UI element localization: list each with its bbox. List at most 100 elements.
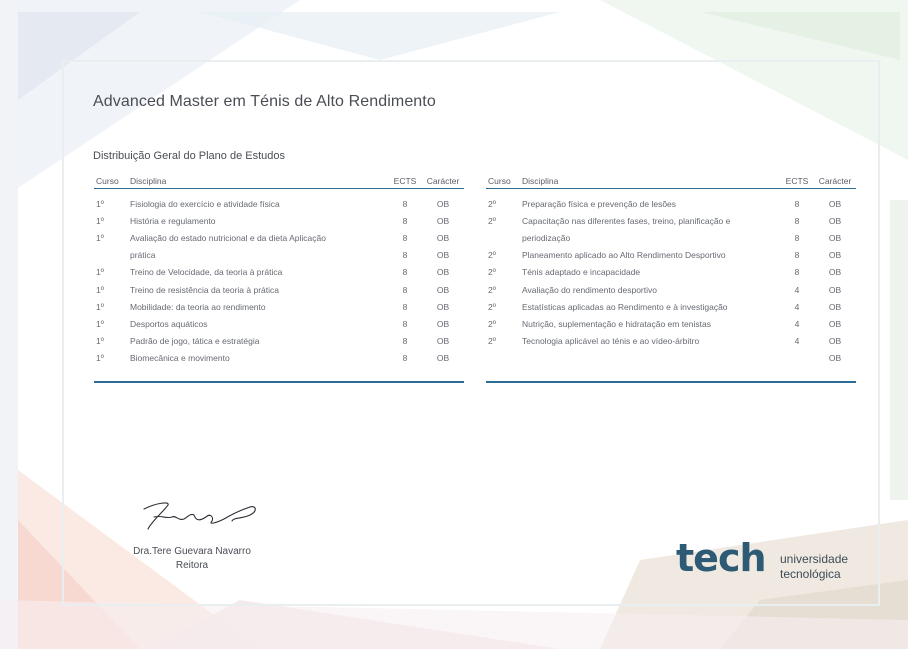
header-disciplina: Disciplina [522,175,559,186]
cell-disciplina: prática [130,250,156,261]
cell-caracter: OB [828,215,842,226]
signature-image [143,502,256,530]
table-header: Curso Disciplina ECTS Carácter [94,173,464,189]
cell-caracter: OB [828,232,842,243]
cell-disciplina: Mobilidade: da teoria ao rendimento [130,301,266,312]
table-row: 1º Mobilidade: da teoria ao rendimento 8 OB [94,298,464,315]
logo-line-2: tecnológica [780,567,841,581]
cell-ects: 8 [402,215,408,226]
cell-caracter: OB [828,267,842,278]
cell-ects: 8 [402,232,408,243]
cell-curso: 2º [488,301,496,312]
cell-disciplina: Avaliação do rendimento desportivo [522,284,657,295]
table-row: 1º Desportos aquáticos 8 OB [94,315,464,332]
cell-ects: 8 [402,353,408,364]
cell-curso: 2º [488,250,496,261]
cell-ects: 8 [794,232,800,243]
cell-disciplina: Fisiologia do exercício e atividade físi… [130,198,280,209]
header-curso: Curso [488,175,511,186]
table-row: 1º Fisiologia do exercício e atividade fí… [94,195,464,212]
cell-curso: 1º [96,353,104,364]
cell-disciplina: Treino de Velocidade, da teoria à prátic… [130,267,283,278]
cell-ects: 8 [402,318,408,329]
cell-curso: 2º [488,284,496,295]
table-row: 1º Avaliação do estado nutricional e da d… [94,229,464,246]
cell-curso: 2º [488,198,496,209]
logo-line-1: universidade [780,552,849,566]
header-ects: ECTS [785,175,809,186]
cell-ects: 8 [794,198,800,209]
section-subtitle: Distribuição Geral do Plano de Estudos [93,150,285,162]
cell-caracter: OB [828,284,842,295]
table-row: 2º Tecnologia aplicável ao ténis e ao víd… [486,333,856,350]
cell-disciplina: Preparação física e prevenção de lesões [522,198,677,209]
cell-ects: 8 [402,301,408,312]
cell-ects: 8 [402,198,408,209]
cell-caracter: OB [828,336,842,347]
cell-caracter: OB [828,353,842,364]
course-table-right: Curso Disciplina ECTS Carácter 2º Prepara… [486,173,856,383]
table-row: periodização 8 OB [486,229,856,246]
cell-caracter: OB [436,336,450,347]
table-row: 2º Preparação física e prevenção de lesõe… [486,195,856,212]
header-ects: ECTS [393,175,417,186]
table-body: 2º Preparação física e prevenção de lesõe… [486,189,856,383]
cell-curso: 2º [488,318,496,329]
page-title: Advanced Master em Ténis de Alto Rendime… [93,93,436,110]
table-row: 2º Avaliação do rendimento desportivo 4 OB [486,281,856,298]
table-row: 2º Planeamento aplicado ao Alto Rendiment… [486,247,856,264]
table-body: 1º Fisiologia do exercício e atividade fí… [94,189,464,383]
cell-disciplina: História e regulamento [130,215,216,226]
cell-caracter: OB [436,301,450,312]
cell-curso: 2º [488,267,496,278]
table-row: 2º Capacitação nas diferentes fases, trei… [486,212,856,229]
cell-ects: 4 [794,318,800,329]
table-row: 2º Ténis adaptado e incapacidade 8 OB [486,264,856,281]
cell-ects: 8 [402,267,408,278]
header-caracter: Carácter [426,175,460,186]
cell-disciplina: Ténis adaptado e incapacidade [522,267,641,278]
signatory-role: Reitora [175,560,209,571]
header-disciplina: Disciplina [130,175,167,186]
cell-caracter: OB [436,318,450,329]
cell-disciplina: Estatísticas aplicadas ao Rendimento e à… [522,301,728,312]
cell-ects: 8 [794,215,800,226]
cell-ects: 8 [402,250,408,261]
table-row: 1º Treino de resistência da teoria à prát… [94,281,464,298]
table-row: OB [486,350,856,367]
cell-curso: 1º [96,215,104,226]
cell-disciplina: Padrão de jogo, tática e estratégia [130,336,260,347]
table-row: prática 8 OB [94,247,464,264]
cell-curso: 1º [96,336,104,347]
cell-caracter: OB [436,353,450,364]
cell-curso: 1º [96,318,104,329]
cell-curso: 1º [96,301,104,312]
cell-curso: 1º [96,232,104,243]
cell-caracter: OB [828,250,842,261]
logo-subtitle: universidade tecnológica [780,552,848,582]
cell-ects: 8 [402,336,408,347]
cell-disciplina: Treino de resistência da teoria à prátic… [130,284,279,295]
header-curso: Curso [96,175,119,186]
cell-ects: 4 [794,301,800,312]
cell-caracter: OB [436,215,450,226]
cell-disciplina: Biomecânica e movimento [130,353,230,364]
cell-curso: 1º [96,284,104,295]
cell-disciplina: Capacitação nas diferentes fases, treino… [522,215,731,226]
table-header: Curso Disciplina ECTS Carácter [486,173,856,189]
cell-caracter: OB [828,198,842,209]
cell-ects: 4 [794,336,800,347]
cell-ects: 8 [794,250,800,261]
cell-disciplina: Desportos aquáticos [130,318,208,329]
cell-caracter: OB [436,284,450,295]
cell-disciplina: Nutrição, suplementação e hidratação em … [522,318,711,329]
cell-ects: 4 [794,284,800,295]
cell-disciplina: Planeamento aplicado ao Alto Rendimento … [522,250,726,261]
cell-caracter: OB [436,250,450,261]
table-row: 2º Estatísticas aplicadas ao Rendimento e… [486,298,856,315]
table-row: 2º Nutrição, suplementação e hidratação e… [486,315,856,332]
cell-caracter: OB [828,318,842,329]
cell-caracter: OB [436,267,450,278]
cell-disciplina: Tecnologia aplicável ao ténis e ao vídeo… [522,336,700,347]
header-caracter: Carácter [818,175,852,186]
